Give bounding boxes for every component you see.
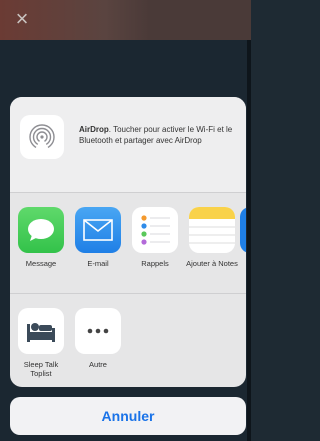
airdrop-icon[interactable] bbox=[20, 115, 64, 159]
close-icon[interactable]: × bbox=[12, 8, 32, 30]
cancel-label: Annuler bbox=[101, 408, 155, 424]
mail-icon[interactable] bbox=[75, 207, 121, 253]
app-icon-partial[interactable] bbox=[240, 207, 246, 253]
share-app-rappels[interactable]: Rappels bbox=[129, 207, 181, 268]
airdrop-description: AirDrop. Toucher pour activer le Wi-Fi e… bbox=[79, 124, 241, 146]
share-app-label: Message bbox=[25, 259, 57, 268]
share-action-label: Sleep Talk Toplist bbox=[23, 360, 59, 378]
sleep-talk-icon[interactable] bbox=[18, 308, 64, 354]
share-sheet: AirDrop. Toucher pour activer le Wi-Fi e… bbox=[10, 97, 246, 387]
airdrop-row[interactable]: AirDrop. Toucher pour activer le Wi-Fi e… bbox=[10, 97, 246, 192]
notes-icon[interactable] bbox=[189, 207, 235, 253]
share-app-email[interactable]: E-mail bbox=[72, 207, 124, 268]
share-action-autre[interactable]: Autre bbox=[72, 308, 124, 369]
airdrop-title: AirDrop bbox=[79, 125, 109, 134]
background-edge bbox=[247, 40, 251, 441]
cancel-button[interactable]: Annuler bbox=[10, 397, 246, 435]
share-apps-row: Message E-mail Rappels Ajouter à Notes bbox=[10, 193, 246, 293]
share-app-more-partial[interactable] bbox=[240, 207, 246, 253]
share-actions-row: Sleep Talk Toplist Autre bbox=[10, 294, 246, 387]
share-app-label: Ajouter à Notes bbox=[186, 259, 238, 268]
more-icon[interactable] bbox=[75, 308, 121, 354]
messages-icon[interactable] bbox=[18, 207, 64, 253]
share-app-label: Rappels bbox=[141, 259, 169, 268]
share-action-sleep-talk[interactable]: Sleep Talk Toplist bbox=[15, 308, 67, 378]
reminders-icon[interactable] bbox=[132, 207, 178, 253]
share-app-message[interactable]: Message bbox=[15, 207, 67, 268]
share-action-label: Autre bbox=[89, 360, 107, 369]
share-app-label: E-mail bbox=[87, 259, 109, 268]
share-app-notes[interactable]: Ajouter à Notes bbox=[186, 207, 238, 268]
background-app-header: × bbox=[0, 0, 251, 40]
